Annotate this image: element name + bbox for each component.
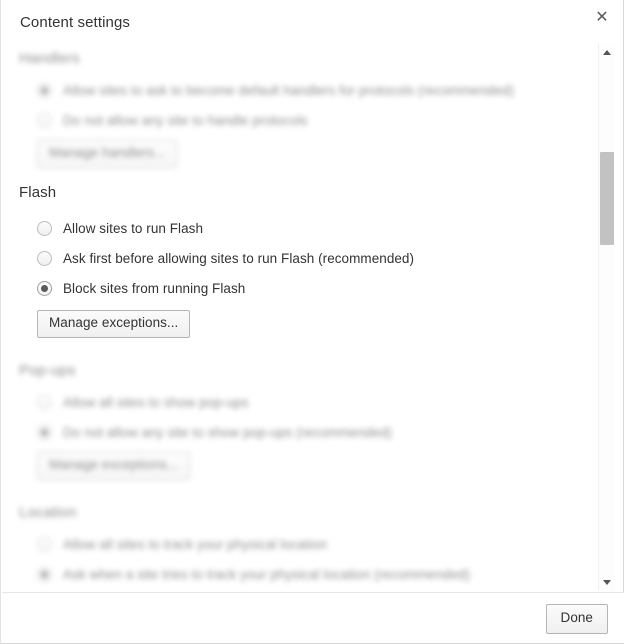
section-title-popups: Pop-ups bbox=[19, 362, 76, 379]
radio-option-flash-2[interactable]: Block sites from running Flash bbox=[37, 274, 608, 304]
radio-label: Allow sites to ask to become default han… bbox=[63, 83, 514, 98]
section-title-location: Location bbox=[19, 504, 77, 521]
radio-label: Allow sites to run Flash bbox=[63, 221, 204, 236]
vertical-scrollbar[interactable] bbox=[598, 44, 615, 591]
manage-button-handlers[interactable]: Manage handlers... bbox=[37, 140, 178, 168]
radio-group-popups: Allow all sites to show pop-ups Do not al… bbox=[2, 388, 608, 448]
radio-button-selected[interactable] bbox=[37, 567, 52, 582]
radio-label: Allow all sites to show pop-ups bbox=[63, 395, 249, 410]
chevron-down-glyph bbox=[603, 580, 611, 585]
dialog-footer: Done bbox=[2, 592, 624, 643]
dialog-titlebar: Content settings ✕ bbox=[1, 0, 624, 44]
chevron-up-glyph bbox=[603, 50, 611, 55]
radio-label: Block sites from running Flash bbox=[63, 281, 246, 296]
radio-button-unselected[interactable] bbox=[37, 395, 52, 410]
radio-option-handlers-1[interactable]: Do not allow any site to handle protocol… bbox=[37, 106, 608, 136]
section-title-handlers: Handlers bbox=[19, 50, 80, 67]
radio-option-flash-1[interactable]: Ask first before allowing sites to run F… bbox=[37, 244, 608, 274]
radio-option-location-1[interactable]: Ask when a site tries to track your phys… bbox=[37, 560, 608, 590]
radio-button-unselected[interactable] bbox=[37, 537, 52, 552]
radio-option-location-0[interactable]: Allow all sites to track your physical l… bbox=[37, 530, 608, 560]
radio-button-unselected[interactable] bbox=[37, 221, 52, 236]
radio-button-selected[interactable] bbox=[37, 425, 52, 440]
scrollbar-thumb[interactable] bbox=[600, 152, 614, 245]
radio-button-unselected[interactable] bbox=[37, 113, 52, 128]
radio-button-selected[interactable] bbox=[37, 83, 52, 98]
radio-group-flash: Allow sites to run Flash Ask first before… bbox=[2, 214, 608, 304]
radio-button-unselected[interactable] bbox=[37, 251, 52, 266]
radio-label: Do not allow any site to handle protocol… bbox=[63, 113, 308, 128]
close-icon[interactable]: ✕ bbox=[589, 5, 615, 31]
section-title-flash: Flash bbox=[19, 184, 57, 201]
page-title: Content settings bbox=[20, 14, 130, 31]
radio-option-popups-1[interactable]: Do not allow any site to show pop-ups (r… bbox=[37, 418, 608, 448]
radio-label: Ask first before allowing sites to run F… bbox=[63, 251, 415, 266]
manage-button-popups[interactable]: Manage exceptions... bbox=[37, 452, 191, 480]
manage-button-flash[interactable]: Manage exceptions... bbox=[37, 310, 191, 338]
radio-group-handlers: Allow sites to ask to become default han… bbox=[2, 76, 608, 136]
settings-scroll-viewport[interactable]: Handlers Allow sites to ask to become def… bbox=[2, 44, 608, 591]
done-button[interactable]: Done bbox=[545, 604, 608, 634]
radio-label: Do not allow any site to show pop-ups (r… bbox=[63, 425, 392, 440]
radio-option-handlers-0[interactable]: Allow sites to ask to become default han… bbox=[37, 76, 608, 106]
radio-button-selected[interactable] bbox=[37, 281, 52, 296]
content-settings-dialog: Content settings ✕ Handlers Allow sites t… bbox=[0, 0, 624, 644]
chevron-up-icon[interactable] bbox=[599, 44, 615, 61]
radio-group-location: Allow all sites to track your physical l… bbox=[2, 530, 608, 590]
radio-option-popups-0[interactable]: Allow all sites to show pop-ups bbox=[37, 388, 608, 418]
chevron-down-icon[interactable] bbox=[599, 574, 615, 591]
radio-label: Ask when a site tries to track your phys… bbox=[63, 567, 471, 582]
radio-label: Allow all sites to track your physical l… bbox=[63, 537, 328, 552]
radio-option-flash-0[interactable]: Allow sites to run Flash bbox=[37, 214, 608, 244]
